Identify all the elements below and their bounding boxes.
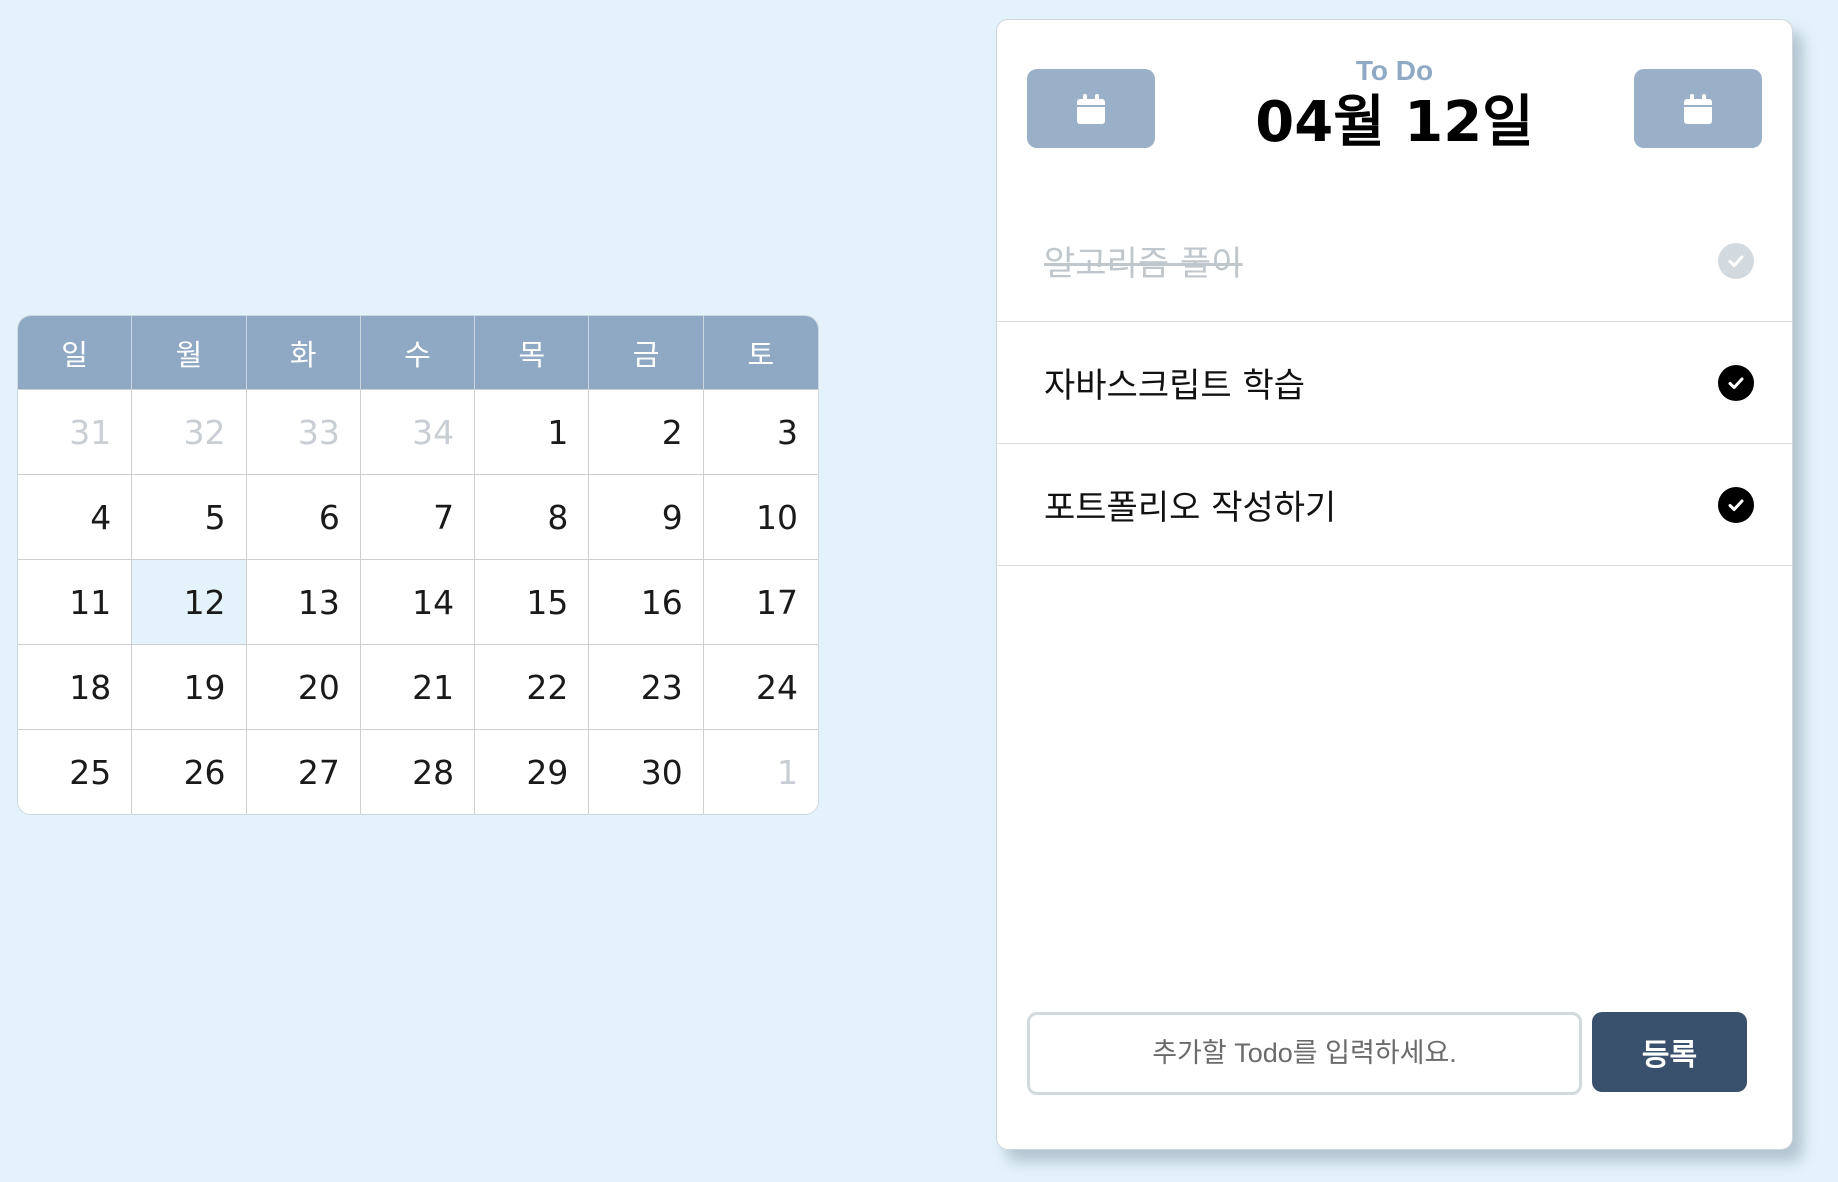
todo-form: 등록	[1027, 1012, 1747, 1095]
calendar-day[interactable]: 10	[703, 474, 818, 559]
next-day-button[interactable]	[1634, 69, 1762, 148]
check-circle-icon[interactable]	[1718, 486, 1754, 523]
calendar-day[interactable]: 7	[360, 474, 476, 559]
calendar-week-row: 11 12 13 14 15 16 17	[18, 559, 818, 644]
weekday-sat: 토	[747, 337, 775, 372]
todo-item-text: 포트폴리오 작성하기	[1044, 488, 1337, 528]
calendar-day[interactable]: 11	[18, 559, 133, 644]
calendar-day[interactable]: 9	[589, 474, 704, 559]
calendar-day[interactable]: 19	[132, 644, 247, 729]
calendar-day[interactable]: 14	[360, 559, 476, 644]
calendar-day-selected[interactable]: 12	[132, 559, 247, 644]
calendar-day[interactable]: 13	[246, 559, 361, 644]
todo-header: To Do 04월 12일	[997, 20, 1792, 200]
calendar-day[interactable]: 22	[475, 644, 590, 729]
submit-button[interactable]: 등록	[1592, 1012, 1747, 1092]
calendar-week-row: 4 5 6 7 8 9 10	[18, 474, 818, 559]
calendar-day[interactable]: 15	[475, 559, 590, 644]
check-circle-icon[interactable]	[1718, 364, 1754, 401]
calendar-day[interactable]: 17	[703, 559, 818, 644]
todo-item-text: 알고리즘 풀이	[1044, 244, 1243, 284]
todo-item[interactable]: 알고리즘 풀이	[997, 200, 1792, 322]
calendar-day[interactable]: 30	[589, 729, 704, 814]
weekday-tue: 화	[247, 316, 361, 389]
calendar-day[interactable]: 23	[589, 644, 704, 729]
todo-list: 알고리즘 풀이 자바스크립트 학습 포트폴리오 작성하기	[997, 200, 1792, 566]
todo-item[interactable]: 자바스크립트 학습	[997, 322, 1792, 444]
calendar-day[interactable]: 33	[246, 389, 361, 474]
check-circle-icon[interactable]	[1718, 242, 1754, 279]
weekday-fri: 금	[589, 316, 704, 389]
calendar-day[interactable]: 3	[703, 389, 818, 474]
calendar-day[interactable]: 1	[475, 389, 590, 474]
todo-panel: To Do 04월 12일 알고리즘 풀이 자바스크립트 학습 포트폴리오 작성…	[996, 19, 1793, 1150]
weekday-thu: 목	[475, 316, 590, 389]
calendar-day[interactable]: 27	[246, 729, 361, 814]
calendar-day[interactable]: 4	[18, 474, 133, 559]
todo-input[interactable]	[1027, 1012, 1582, 1095]
calendar-day[interactable]: 21	[360, 644, 476, 729]
weekday-wed: 수	[361, 316, 476, 389]
todo-item-text: 자바스크립트 학습	[1044, 366, 1306, 406]
calendar-week-row: 31 32 33 34 1 2 3	[18, 389, 818, 474]
calendar-day[interactable]: 25	[18, 729, 133, 814]
calendar-week-row: 25 26 27 28 29 30 1	[18, 729, 818, 814]
calendar-day[interactable]: 20	[246, 644, 361, 729]
calendar-day[interactable]: 29	[475, 729, 590, 814]
calendar-day[interactable]: 16	[589, 559, 704, 644]
calendar-day[interactable]: 26	[132, 729, 247, 814]
calendar-day[interactable]: 8	[475, 474, 590, 559]
weekday-sun: 일	[18, 316, 133, 389]
calendar-day[interactable]: 24	[703, 644, 818, 729]
calendar-icon	[1684, 93, 1712, 124]
calendar-weekday-header: 일 월 화 수 목 금 토	[18, 316, 818, 389]
calendar-day[interactable]: 1	[703, 729, 818, 814]
calendar-day[interactable]: 2	[589, 389, 704, 474]
calendar-week-row: 18 19 20 21 22 23 24	[18, 644, 818, 729]
weekday-mon: 월	[132, 316, 247, 389]
calendar-day[interactable]: 34	[360, 389, 476, 474]
calendar-day[interactable]: 18	[18, 644, 133, 729]
calendar-grid: 31 32 33 34 1 2 3 4 5 6 7 8 9 10 11 12 13 14 15 16 17 18 19 20 2…	[18, 389, 818, 814]
calendar-day[interactable]: 31	[18, 389, 133, 474]
calendar-day[interactable]: 6	[246, 474, 361, 559]
todo-item[interactable]: 포트폴리오 작성하기	[997, 444, 1792, 566]
calendar: 일 월 화 수 목 금 토 31 32 33 34 1 2 3 4 5 6 7 8 9 10 11 12 13 1…	[17, 315, 819, 815]
calendar-day[interactable]: 5	[132, 474, 247, 559]
calendar-day[interactable]: 32	[132, 389, 247, 474]
calendar-day[interactable]: 28	[360, 729, 476, 814]
